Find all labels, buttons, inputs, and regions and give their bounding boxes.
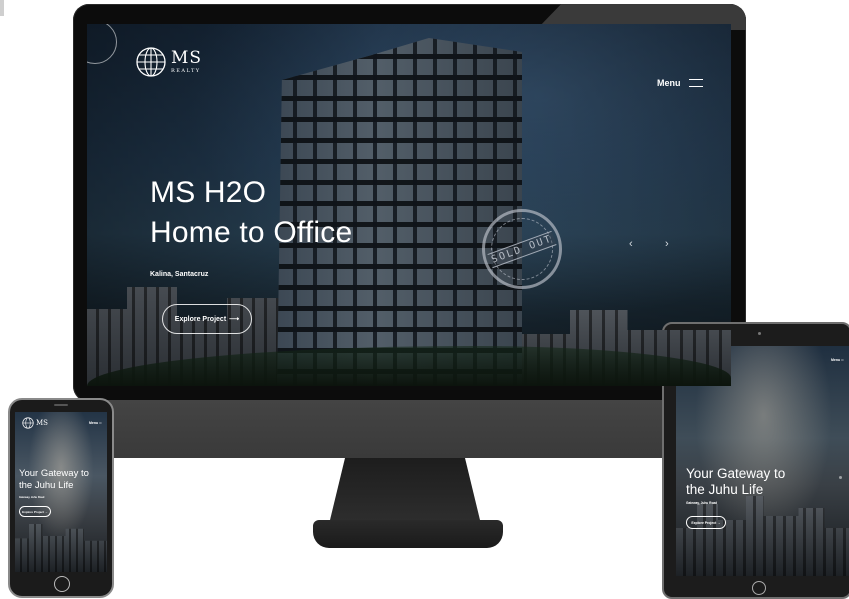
tablet-hero-title: Your Gateway to the Juhu Life — [686, 466, 785, 498]
phone-hero-title-line-1: Your Gateway to — [19, 468, 89, 479]
menu-button[interactable]: Menu — [657, 78, 703, 88]
phone-screen: MS Menu ═ Your Gateway to the Juhu Life … — [15, 412, 107, 572]
phone-skyline — [15, 524, 107, 572]
chevron-right-icon[interactable]: › — [665, 238, 669, 250]
monitor-chin — [73, 400, 672, 458]
hero-title-line-2: Home to Office — [150, 216, 353, 249]
phone-speaker — [54, 404, 68, 406]
tablet-skyline — [676, 496, 849, 576]
arrow-right-icon: ⟶ — [229, 316, 240, 323]
phone-home-button — [54, 576, 70, 592]
tablet-hero-title-line-1: Your Gateway to — [686, 466, 786, 481]
phone-hero-title-line-2: the Juhu Life — [19, 480, 74, 491]
decorative-circle — [87, 24, 117, 64]
globe-icon — [22, 417, 34, 429]
tablet-hero-location: Gateway, Juhu Road — [686, 501, 718, 505]
chevron-left-icon[interactable]: ‹ — [629, 238, 633, 250]
logo-subtitle: REALTY — [171, 68, 201, 74]
tablet-camera — [758, 332, 761, 335]
tablet-hero-title-line-2: the Juhu Life — [686, 482, 764, 497]
tablet-home-button — [752, 581, 766, 595]
phone-device: MS Menu ═ Your Gateway to the Juhu Life … — [8, 398, 114, 598]
tablet-explore-project-button[interactable]: Explore Project → — [686, 516, 726, 529]
monitor-stand-neck — [330, 458, 480, 520]
corner-mark — [0, 0, 4, 16]
hero-title-line-1: MS H2O — [150, 176, 267, 209]
phone-logo-name: MS — [36, 419, 48, 427]
menu-label: Menu — [657, 78, 681, 88]
phone-hero-title: Your Gateway to the Juhu Life — [19, 468, 89, 492]
tablet-menu-button[interactable]: Menu ═ — [831, 358, 844, 362]
phone-hero-location: Gateway, Juhu Road — [19, 496, 45, 499]
desktop-screen: MS REALTY Menu MS H2O Home to Office Kal… — [87, 24, 731, 386]
globe-icon — [136, 47, 166, 77]
hero-location: Kalina, Santacruz — [150, 271, 209, 278]
hamburger-icon — [688, 79, 703, 87]
phone-logo[interactable]: MS — [22, 417, 48, 429]
phone-explore-project-button[interactable]: Explore Project → — [19, 506, 51, 517]
explore-project-button[interactable]: Explore Project ⟶ — [162, 304, 252, 334]
monitor-stand-base — [313, 520, 503, 548]
hero-title: MS H2O Home to Office — [150, 173, 352, 253]
sold-out-stamp: SOLD OUT — [482, 209, 562, 289]
site-logo[interactable]: MS REALTY — [135, 46, 202, 78]
logo-text: MS REALTY — [171, 50, 202, 74]
explore-project-label: Explore Project — [174, 315, 227, 323]
desktop-monitor: MS REALTY Menu MS H2O Home to Office Kal… — [73, 4, 746, 402]
phone-menu-button[interactable]: Menu ═ — [89, 421, 102, 425]
tablet-slider-dot[interactable] — [839, 476, 842, 479]
logo-name: MS — [171, 48, 203, 68]
